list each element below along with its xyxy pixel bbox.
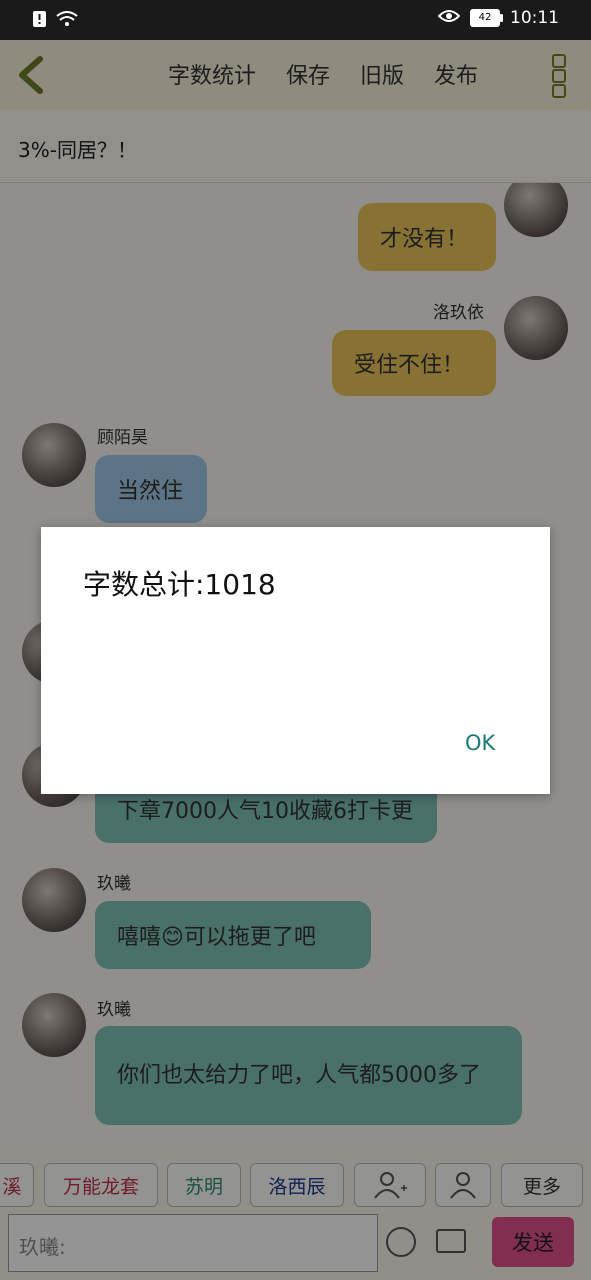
wifi-icon — [56, 11, 78, 31]
dialog-message: 字数总计:1018 — [83, 568, 276, 601]
notification-icon — [32, 10, 48, 32]
clock: 10:11 — [510, 8, 559, 28]
status-bar: 42 10:11 — [0, 0, 591, 40]
eye-icon — [437, 8, 461, 28]
ok-button[interactable]: OK — [465, 731, 495, 755]
word-count-dialog: 字数总计:1018 OK — [41, 527, 550, 794]
battery-icon: 42 — [470, 9, 503, 27]
